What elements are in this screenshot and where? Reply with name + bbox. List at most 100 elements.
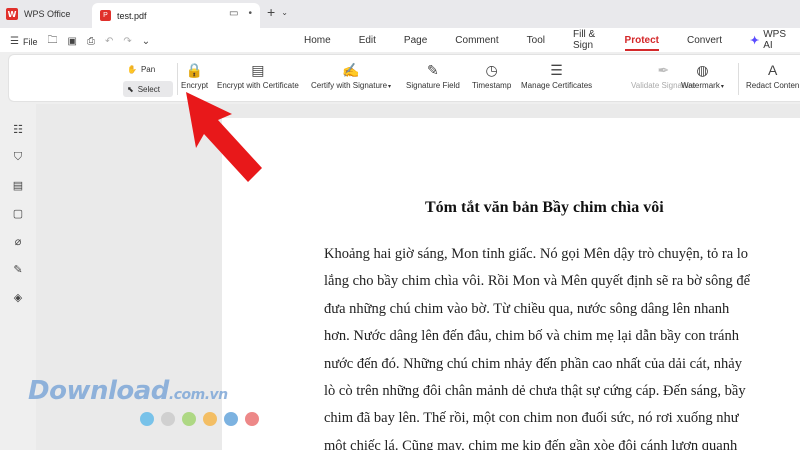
ribbon-button-label: Encrypt with Certificate [217, 81, 299, 90]
watermark-dot [140, 412, 154, 426]
encrypt-button[interactable]: 🔒 Encrypt [181, 59, 208, 99]
document-text-line: chim đã bay lên. Thế rồi, một con chim n… [324, 410, 739, 427]
hand-icon: ✋ [127, 64, 137, 74]
ribbon-button-text: Certify with Signature [311, 81, 388, 90]
app-tab[interactable]: W WPS Office [6, 4, 70, 24]
watermark-dot [161, 412, 175, 426]
select-label: Select [137, 84, 160, 94]
ribbon-button-label: Certify with Signature▾ [311, 81, 391, 90]
title-tab-bar: W WPS Office P test.pdf ▭ • + ⌄ [0, 0, 800, 28]
document-text-line: nước đến đó. Những chú chim nhảy đến phầ… [324, 355, 742, 372]
watermark-dots [140, 412, 259, 426]
tab-fill-sign[interactable]: Fill & Sign [559, 28, 611, 52]
document-text-line: hơn. Nước dâng lên đến đâu, chim bố và c… [324, 328, 739, 345]
app-tab-label: WPS Office [24, 9, 71, 19]
document-text-line: Khoảng hai giờ sáng, Mon tỉnh giấc. Nó g… [324, 246, 749, 262]
hamburger-icon: ☰ [10, 36, 19, 47]
redact-text-icon: A [768, 62, 778, 78]
tab-protect[interactable]: Protect [611, 28, 673, 52]
pan-label: Pan [140, 64, 156, 74]
tab-edit[interactable]: Edit [345, 28, 390, 52]
open-folder-icon[interactable]: 🗀 [47, 33, 57, 50]
outline-list-icon[interactable]: ☷ [11, 122, 25, 136]
comment-icon[interactable]: ▢ [11, 206, 25, 220]
print-icon[interactable]: ⎙ [87, 36, 95, 47]
tab-convert[interactable]: Convert [673, 28, 736, 52]
wps-logo-icon: W [6, 8, 18, 20]
cursor-icon: ⬉ [127, 84, 134, 94]
validate-pen-icon: ✒ [657, 61, 670, 78]
file-menu[interactable]: ☰ File [10, 36, 37, 47]
layers-icon[interactable]: ◈ [11, 290, 25, 304]
document-text-line: một chiếc lá. Cũng may, chim mẹ kịp đến … [324, 437, 738, 450]
tab-tool[interactable]: Tool [513, 28, 559, 52]
tab-page[interactable]: Page [390, 28, 441, 52]
signature-file-icon: ✍ [342, 61, 360, 78]
ribbon-button-text: Watermark [681, 81, 720, 90]
watermark-dot [245, 412, 259, 426]
undo-icon[interactable]: ↶ [105, 36, 113, 47]
ribbon-button-label: Watermark▾ [681, 81, 724, 90]
document-text-line: đưa những chú chim vào bờ. Từ chiều qua,… [324, 300, 730, 317]
wps-ai-label: WPS AI [763, 29, 786, 51]
ribbon-tabs: Home Edit Page Comment Tool Fill & Sign Protec… [290, 28, 800, 52]
ribbon-button-label: Timestamp [472, 81, 511, 90]
watermark-icon: ◍ [696, 61, 709, 78]
save-icon[interactable]: ▣ [67, 36, 76, 47]
watermark-main-text: Download [28, 376, 169, 406]
signature-field-icon: ✎ [427, 61, 439, 78]
certificate-file-icon: ▤ [251, 61, 265, 78]
document-text-line: lắng cho bầy chim chìa vôi. Rồi Mon và M… [324, 273, 751, 290]
download-watermark-logo: Download.com.vn [28, 376, 228, 406]
timestamp-icon: ◷ [485, 61, 498, 78]
ribbon-button-label: Signature Field [406, 81, 460, 90]
new-tab-button[interactable]: + [267, 4, 275, 20]
lock-file-icon: 🔒 [185, 61, 204, 78]
pan-tool[interactable]: ✋ Pan [123, 61, 173, 77]
ribbon-button-text: Encrypt [181, 81, 209, 90]
redact-conten-button[interactable]: A Redact Conten [746, 59, 799, 99]
ribbon-divider [738, 63, 739, 95]
tab-wps-ai[interactable]: ✦ WPS AI [736, 28, 800, 52]
watermark-dot [182, 412, 196, 426]
watermark-dot [203, 412, 217, 426]
redo-icon[interactable]: ↷ [123, 36, 131, 47]
ribbon-button-text: Manage Certificates [521, 81, 593, 90]
manage-certificates-button[interactable]: ☰ Manage Certificates [521, 59, 592, 99]
signature-icon[interactable]: ✎ [11, 262, 25, 276]
tab-home[interactable]: Home [290, 28, 345, 52]
ribbon-button-label: Manage Certificates [521, 81, 592, 90]
file-menu-label: File [22, 36, 38, 47]
timestamp-button[interactable]: ◷ Timestamp [472, 59, 511, 99]
close-tab-icon[interactable]: • [248, 8, 252, 19]
attachment-icon[interactable]: ⌀ [11, 234, 25, 248]
ribbon-button-text: Encrypt with Certificate [217, 81, 299, 90]
thumbnail-icon[interactable]: ▤ [11, 178, 25, 192]
dropdown-caret-icon: ▾ [388, 84, 392, 90]
more-chevron-icon[interactable]: ⌄ [142, 36, 150, 47]
chevron-down-icon[interactable]: ⌄ [281, 8, 288, 17]
ribbon-button-text: Signature Field [406, 81, 460, 90]
monitor-icon[interactable]: ▭ [229, 8, 238, 19]
ribbon-button-text: Redact Conten [746, 81, 800, 90]
dropdown-caret-icon: ▾ [720, 84, 724, 90]
protect-ribbon: ✋ Pan ⬉ Select 🔒 Encrypt ▤ Encrypt with Cer… [8, 54, 800, 102]
select-tool[interactable]: ⬉ Select [123, 81, 173, 97]
menu-bar: ☰ File 🗀 ▣ ⎙ ↶ ↷ ⌄ Home Edit Page Comment To… [0, 28, 800, 52]
ribbon-button-label: Encrypt [181, 81, 208, 90]
pdf-file-icon: P [100, 10, 111, 21]
document-title: Tóm tắt văn bản Bầy chim chìa vôi [425, 199, 664, 216]
watermark-domain-text: .com.vn [168, 387, 228, 403]
watermark-dot [224, 412, 238, 426]
bookmark-icon[interactable]: ⛉ [11, 150, 25, 164]
ribbon-button-label: Redact Conten [746, 81, 799, 90]
watermark-button[interactable]: ◍ Watermark▾ [681, 59, 724, 99]
signature-field-button[interactable]: ✎ Signature Field [406, 59, 460, 99]
tab-comment[interactable]: Comment [441, 28, 512, 52]
ai-logo-icon: ✦ [750, 34, 760, 47]
document-text-line: lò cò trên những đôi chân mảnh dẻ chưa t… [324, 383, 746, 399]
encrypt-with-certificate-button[interactable]: ▤ Encrypt with Certificate [217, 59, 299, 99]
document-tab[interactable]: P test.pdf ▭ • [92, 3, 260, 28]
document-tab-label: test.pdf [117, 10, 147, 21]
certify-with-signature-button[interactable]: ✍ Certify with Signature▾ [311, 59, 391, 99]
